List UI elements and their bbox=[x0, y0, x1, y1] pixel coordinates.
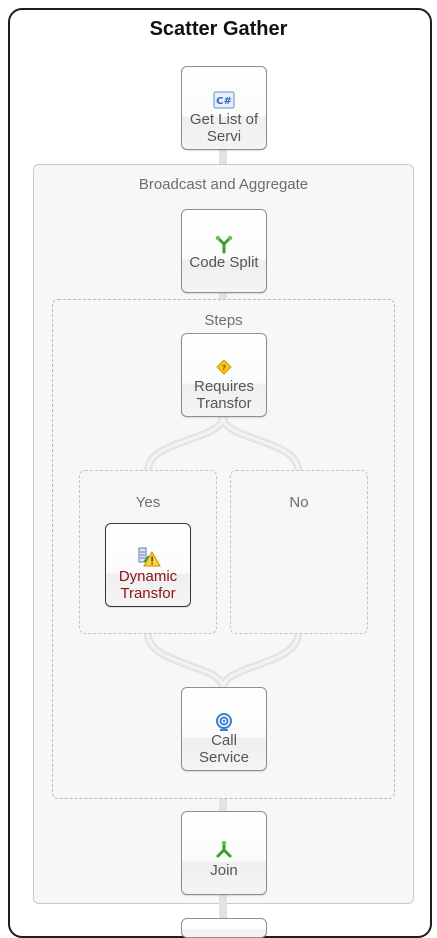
decision-icon: ? bbox=[182, 358, 266, 380]
node-next-partial[interactable] bbox=[181, 918, 267, 938]
transform-warning-icon bbox=[106, 544, 190, 567]
node-get-list-label: Get List of Servi bbox=[189, 111, 259, 145]
branch-no-label: No bbox=[289, 494, 309, 511]
node-code-split[interactable]: Code Split bbox=[181, 209, 267, 293]
node-requires-transform[interactable]: ? Requires Transfor bbox=[181, 333, 267, 417]
connector-steps-to-join bbox=[219, 797, 227, 811]
node-code-split-label: Code Split bbox=[189, 254, 259, 271]
node-dynamic-transform-label: Dynamic Transfor bbox=[118, 568, 178, 602]
diagram-title: Scatter Gather bbox=[149, 18, 288, 40]
svg-text:?: ? bbox=[222, 364, 226, 372]
branch-yes-label: Yes bbox=[135, 494, 161, 511]
split-icon bbox=[182, 234, 266, 256]
workflow-canvas: Scatter Gather C# Get List of Servi Broa… bbox=[0, 0, 437, 938]
node-join[interactable]: Join bbox=[181, 811, 267, 895]
service-icon bbox=[182, 712, 266, 734]
group-steps-label: Steps bbox=[204, 312, 243, 329]
branch-no[interactable]: No bbox=[230, 470, 368, 634]
csharp-icon: C# bbox=[182, 91, 266, 113]
node-call-service-label: Call Service bbox=[198, 732, 250, 766]
svg-text:C#: C# bbox=[216, 96, 232, 107]
join-icon bbox=[182, 840, 266, 862]
node-join-label: Join bbox=[210, 862, 238, 879]
group-broadcast-label: Broadcast and Aggregate bbox=[138, 176, 309, 193]
node-dynamic-transform[interactable]: Dynamic Transfor bbox=[105, 523, 191, 607]
node-call-service[interactable]: Call Service bbox=[181, 687, 267, 771]
node-requires-transform-label: Requires Transfor bbox=[193, 378, 255, 412]
node-get-list[interactable]: C# Get List of Servi bbox=[181, 66, 267, 150]
